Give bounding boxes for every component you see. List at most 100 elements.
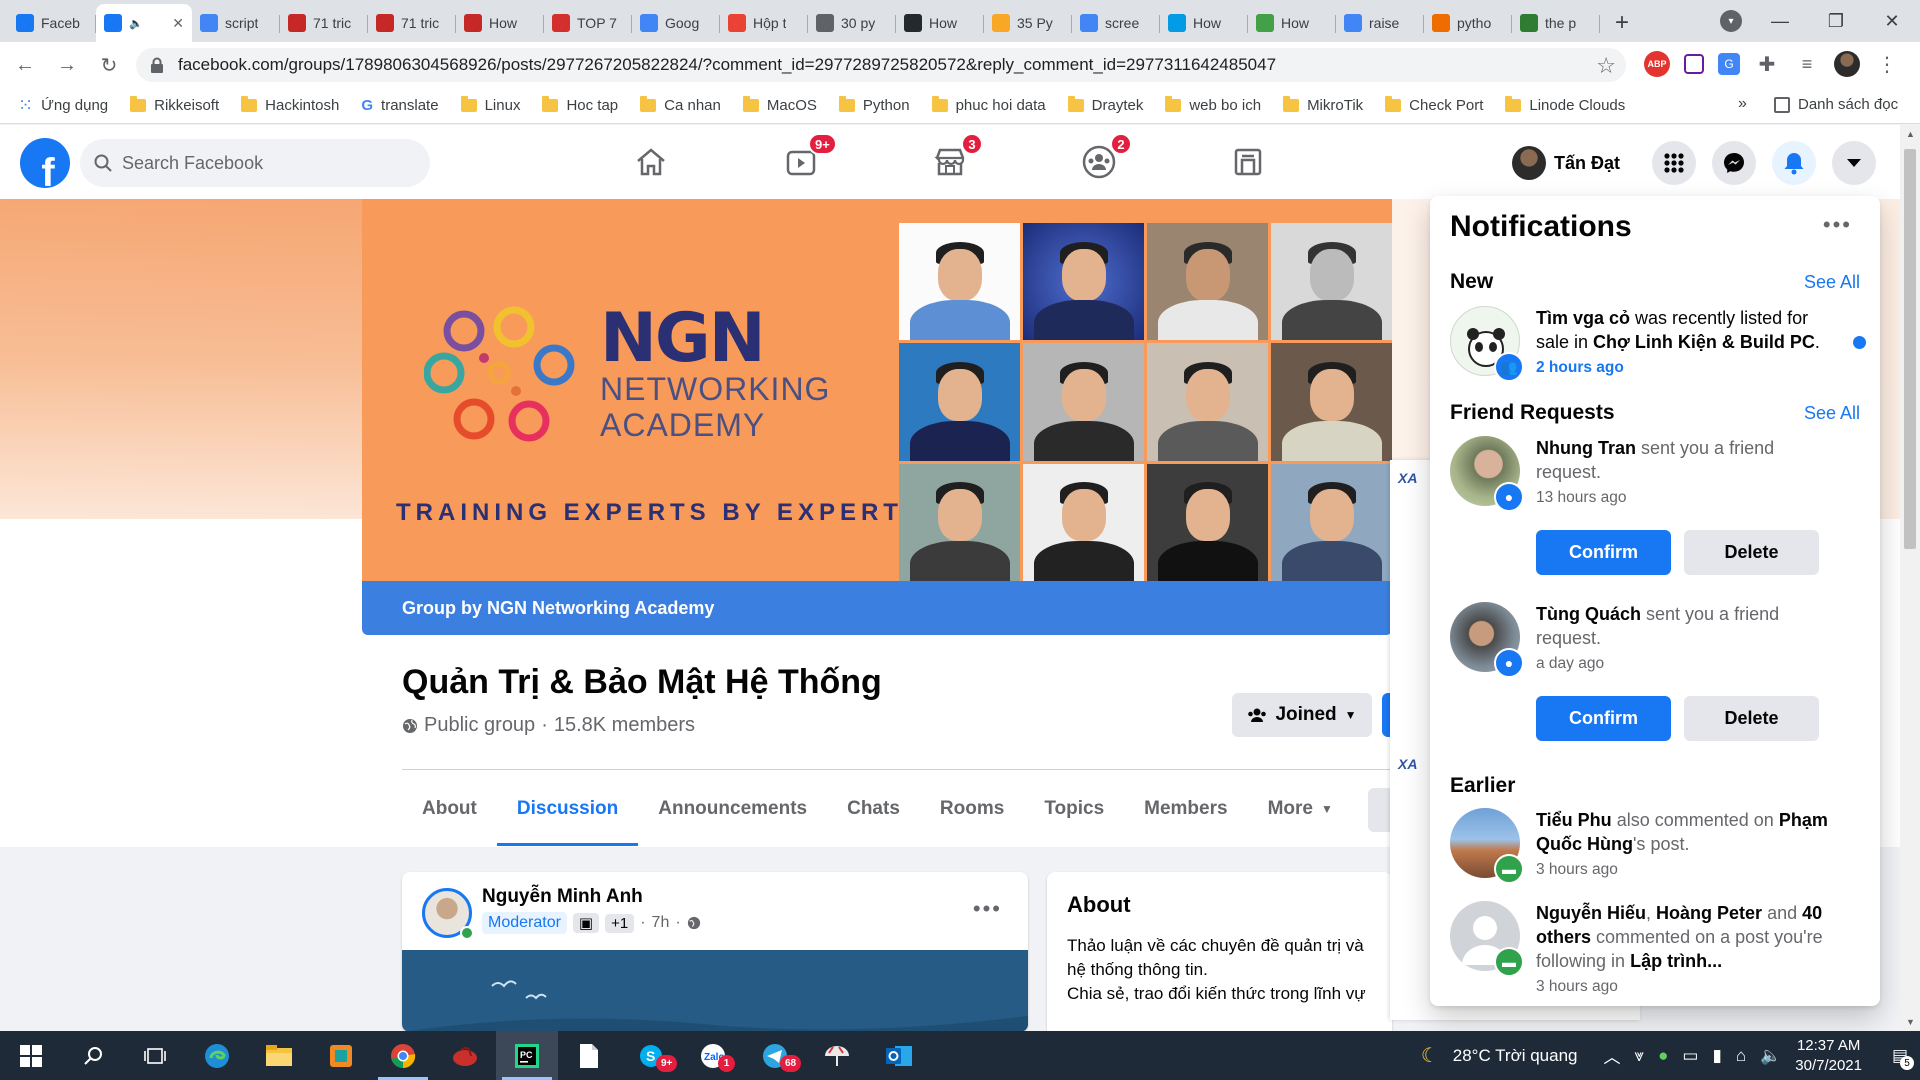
badge-icon[interactable]: ▣ — [572, 913, 600, 933]
notifications-options-icon[interactable]: ••• — [1823, 212, 1852, 238]
bookmark-item[interactable]: Rikkeisoft — [130, 96, 219, 114]
browser-tab[interactable]: script — [192, 4, 280, 42]
reload-icon[interactable]: ↻ — [92, 48, 126, 82]
tab-search-icon[interactable]: ▾ — [1720, 10, 1742, 32]
weather-text[interactable]: 28°C Trời quang — [1453, 1046, 1578, 1066]
group-by-bar[interactable]: Group by NGN Networking Academy — [362, 581, 1392, 635]
notepad-taskbar-button[interactable] — [558, 1031, 620, 1080]
chrome-taskbar-button[interactable] — [372, 1031, 434, 1080]
tab-about[interactable]: About — [402, 772, 497, 846]
battery-icon[interactable]: ▮ — [1712, 1046, 1721, 1066]
delete-button[interactable]: Delete — [1684, 530, 1819, 575]
post-options-icon[interactable]: ••• — [973, 896, 1002, 922]
media-control-icon[interactable]: ≡ — [1794, 51, 1820, 77]
browser-tab[interactable]: 🔈 ✕ — [96, 4, 192, 42]
account-button[interactable] — [1832, 141, 1876, 185]
action-center-button[interactable]: ▤ 5 — [1880, 1031, 1920, 1080]
maximize-icon[interactable]: ❐ — [1808, 0, 1864, 42]
group-search-button[interactable] — [1368, 788, 1392, 832]
menu-button[interactable] — [1652, 141, 1696, 185]
cover-photo[interactable]: NGN NETWORKING ACADEMY TRAINING EXPERTS … — [362, 199, 1392, 581]
bookmark-item[interactable]: Draytek — [1067, 96, 1143, 114]
bookmark-item[interactable]: Gtranslate — [361, 97, 438, 114]
browser-tab[interactable]: Faceb — [8, 4, 96, 42]
group-members-count[interactable]: 15.8K members — [554, 714, 695, 737]
tab-topics[interactable]: Topics — [1024, 772, 1124, 846]
notification-item[interactable]: ▬ Nguyễn Hiếu, Hoàng Peter and 40 others… — [1450, 901, 1870, 1001]
translate-ext-icon[interactable]: G — [1718, 53, 1740, 75]
tab-announcements[interactable]: Announcements — [638, 772, 827, 846]
pycharm-taskbar-button[interactable]: PC — [496, 1031, 558, 1080]
close-tab-icon[interactable]: ✕ — [172, 15, 184, 32]
tab-discussion[interactable]: Discussion — [496, 772, 639, 846]
explorer-taskbar-button[interactable] — [248, 1031, 310, 1080]
tab-more[interactable]: More ▼ — [1248, 772, 1353, 846]
telegram-taskbar-button[interactable]: 68 — [744, 1031, 806, 1080]
app-taskbar-button[interactable] — [434, 1031, 496, 1080]
skype-taskbar-button[interactable]: S 9+ — [620, 1031, 682, 1080]
chrome-menu-icon[interactable]: ⋮ — [1874, 51, 1900, 77]
minimize-icon[interactable]: — — [1752, 0, 1808, 42]
friend-request-item[interactable]: ● Nhung Tran sent you a friend request. … — [1450, 436, 1870, 586]
browser-tab[interactable]: How — [1248, 4, 1336, 42]
messenger-button[interactable] — [1712, 141, 1756, 185]
bookmark-item[interactable]: Hoc tap — [542, 96, 618, 114]
bookmark-item[interactable]: Linode Clouds — [1505, 96, 1625, 114]
browser-tab[interactable]: How — [1160, 4, 1248, 42]
adblock-icon[interactable]: ABP — [1644, 51, 1670, 77]
friend-request-item[interactable]: ● Tùng Quách sent you a friend request. … — [1450, 602, 1870, 752]
scroll-thumb[interactable] — [1904, 149, 1916, 549]
tab-members[interactable]: Members — [1124, 772, 1247, 846]
bookmark-item[interactable]: Check Port — [1385, 96, 1483, 114]
browser-tab[interactable]: How — [896, 4, 984, 42]
app-taskbar-button[interactable] — [310, 1031, 372, 1080]
reading-list-button[interactable]: Danh sách đọc — [1774, 96, 1898, 113]
bookmark-item[interactable]: ⁙ Ứng dụng — [18, 95, 108, 116]
scroll-down-icon[interactable]: ▼ — [1906, 1017, 1915, 1027]
page-scrollbar[interactable]: ▲ ▼ — [1900, 125, 1920, 1031]
browser-tab[interactable]: Goog — [632, 4, 720, 42]
nav-home[interactable] — [596, 137, 706, 187]
audio-icon[interactable]: 🔈 — [129, 17, 143, 30]
group-title[interactable]: Quản Trị & Bảo Mật Hệ Thống — [402, 663, 882, 702]
tab-rooms[interactable]: Rooms — [920, 772, 1024, 846]
notification-item[interactable]: 👥 Tìm vga cỏ was recently listed for sal… — [1450, 306, 1870, 384]
post-image[interactable] — [402, 950, 1028, 1032]
forward-icon[interactable]: → — [50, 48, 84, 82]
notification-item[interactable]: ▬ Tiểu Phu also commented on Phạm Quốc H… — [1450, 808, 1870, 886]
chrome-profile-avatar[interactable] — [1834, 51, 1860, 77]
joined-button[interactable]: Joined ▼ — [1232, 693, 1372, 737]
nav-marketplace[interactable]: 3 — [895, 133, 1005, 187]
moderator-badge[interactable]: Moderator — [482, 912, 567, 934]
new-tab-button[interactable]: + — [1604, 4, 1640, 42]
reader-ext-icon[interactable] — [1684, 54, 1704, 74]
post-time[interactable]: 7h — [652, 914, 670, 932]
browser-tab[interactable]: the p — [1512, 4, 1600, 42]
bookmark-item[interactable]: Linux — [460, 96, 520, 114]
scroll-up-icon[interactable]: ▲ — [1906, 129, 1915, 139]
tray-app-icon[interactable]: ▭ — [1682, 1046, 1698, 1066]
see-all-friend-requests-link[interactable]: See All — [1804, 403, 1860, 424]
taskbar-search[interactable] — [62, 1031, 124, 1080]
bookmark-item[interactable]: Ca nhan — [640, 96, 721, 114]
bookmark-item[interactable]: MacOS — [742, 96, 817, 114]
tab-chats[interactable]: Chats — [827, 772, 920, 846]
puzzle-extensions-icon[interactable]: ✚ — [1754, 51, 1780, 77]
start-button[interactable] — [0, 1031, 62, 1080]
bookmark-item[interactable]: MikroTik — [1283, 96, 1363, 114]
back-icon[interactable]: ← — [8, 48, 42, 82]
browser-tab[interactable]: 71 tric — [280, 4, 368, 42]
clock[interactable]: 12:37 AM 30/7/2021 — [1795, 1036, 1862, 1076]
confirm-button[interactable]: Confirm — [1536, 696, 1671, 741]
browser-tab[interactable]: 35 Py — [984, 4, 1072, 42]
notifications-button[interactable] — [1772, 141, 1816, 185]
search-input[interactable]: Search Facebook — [80, 139, 430, 187]
browser-tab[interactable]: TOP 7 — [544, 4, 632, 42]
bookmarks-overflow-button[interactable]: » — [1738, 95, 1747, 113]
edge-taskbar-button[interactable] — [186, 1031, 248, 1080]
bookmark-item[interactable]: web bo ich — [1165, 96, 1261, 114]
bookmark-item[interactable]: phuc hoi data — [931, 96, 1046, 114]
network-icon[interactable]: ⌂ — [1736, 1046, 1746, 1066]
nav-watch[interactable]: 9+ — [746, 133, 856, 187]
browser-tab[interactable]: How — [456, 4, 544, 42]
